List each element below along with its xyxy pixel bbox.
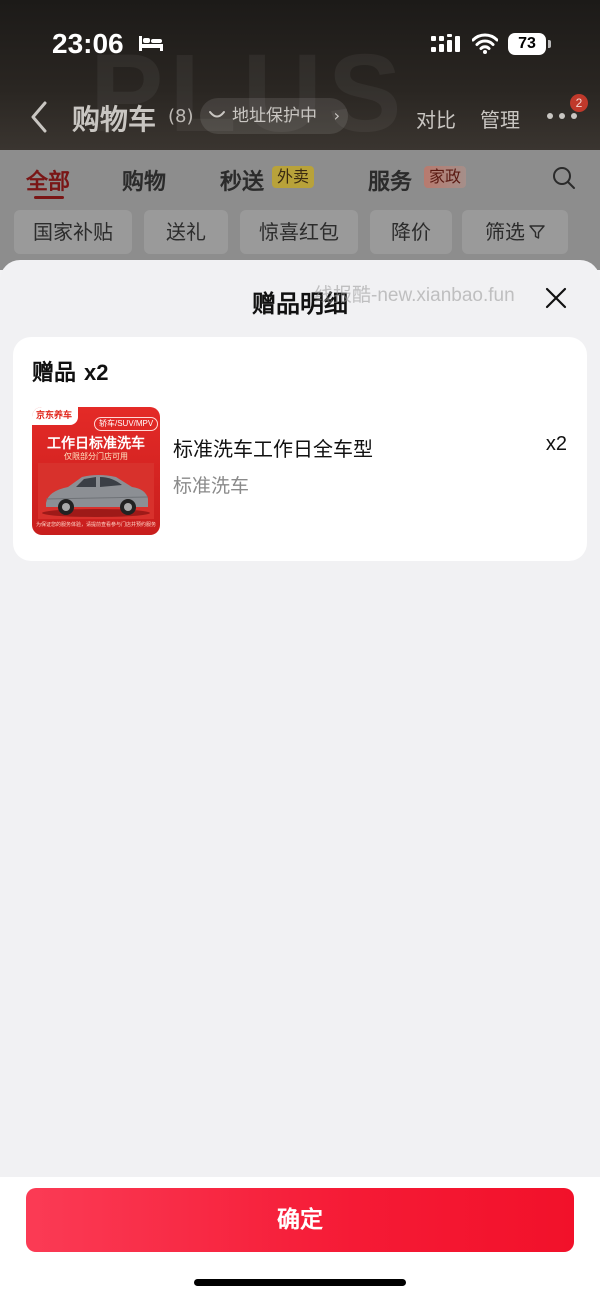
address-protection-label: 地址保护中: [232, 106, 317, 126]
confirm-button[interactable]: 确定: [26, 1188, 574, 1252]
product-thumbnail[interactable]: 京东养车 轿车/SUV/MPV 工作日标准洗车 仅限部分门店可用 为保证您的服务…: [32, 407, 160, 535]
cart-header-background: PLUS 23:06 73 购物车 (8) 地址保护中 › 对比 管理 2: [0, 0, 600, 150]
status-time: 23:06: [52, 28, 124, 59]
thumbnail-vehicle-tag: 轿车/SUV/MPV: [94, 417, 159, 431]
close-icon[interactable]: [544, 286, 568, 310]
tab-shopping[interactable]: 购物: [122, 164, 166, 196]
gift-item-category: 标准洗车: [173, 475, 250, 497]
battery-level: 73: [508, 33, 546, 55]
battery-icon: 73: [508, 33, 552, 55]
thumbnail-title: 工作日标准洗车: [47, 436, 145, 452]
gift-item-quantity: x2: [545, 433, 567, 455]
takeout-badge: 外卖: [272, 166, 315, 188]
watermark-text: 线报酷-new.xianbao.fun: [314, 285, 515, 306]
chip-filter-label: 筛选: [485, 220, 525, 244]
smile-icon: [209, 111, 225, 118]
active-tab-indicator: [34, 196, 64, 199]
cart-nav-bar: 购物车 (8) 地址保护中 › 对比 管理 2: [0, 92, 600, 142]
chip-surprise-red-packet[interactable]: 惊喜红包: [240, 210, 358, 254]
cellular-signal-icon: [431, 34, 460, 52]
cart-tabs-area: 全部 购物 秒送 外卖 服务 家政 国家补贴 送礼 惊喜红包 降价 筛选: [0, 150, 600, 270]
thumbnail-subtitle: 仅限部分门店可用: [64, 452, 128, 461]
sleep-mode-icon: [139, 36, 163, 51]
gift-details-sheet: 赠品明细 线报酷-new.xianbao.fun 赠品 x2 京东养车 轿车/SU…: [0, 260, 600, 1300]
home-indicator[interactable]: [194, 1279, 406, 1286]
cart-count: (8): [168, 106, 194, 127]
filter-icon: [529, 225, 545, 239]
tab-all[interactable]: 全部: [26, 164, 70, 196]
car-image: [38, 463, 154, 519]
chevron-right-icon: ›: [333, 106, 340, 125]
chip-filter[interactable]: 筛选: [462, 210, 568, 254]
thumbnail-footnote: 为保证您的服务体验，请提前查看参与门店并预约服务: [35, 522, 156, 528]
address-protection-pill[interactable]: 地址保护中 ›: [200, 98, 348, 134]
gift-card: 赠品 x2 京东养车 轿车/SUV/MPV 工作日标准洗车 仅限部分门店可用 为保…: [13, 337, 587, 561]
search-icon[interactable]: [552, 166, 576, 190]
housekeeping-badge: 家政: [424, 166, 467, 188]
manage-button[interactable]: 管理: [480, 104, 520, 133]
status-bar: 23:06 73: [0, 0, 600, 88]
chip-national-subsidy[interactable]: 国家补贴: [14, 210, 132, 254]
message-count-badge: 2: [570, 94, 588, 112]
more-icon[interactable]: [546, 112, 578, 120]
wifi-icon: [472, 33, 498, 54]
chip-gift[interactable]: 送礼: [144, 210, 228, 254]
page-title: 购物车: [72, 103, 157, 136]
back-icon[interactable]: [28, 100, 50, 134]
gift-header: 赠品 x2: [32, 355, 109, 387]
gift-header-count: x2: [84, 360, 109, 385]
tab-instant-delivery[interactable]: 秒送: [220, 164, 264, 196]
sheet-footer: 确定: [0, 1177, 600, 1300]
chip-price-drop[interactable]: 降价: [370, 210, 452, 254]
tab-services[interactable]: 服务: [368, 164, 412, 196]
gift-item-name[interactable]: 标准洗车工作日全车型: [173, 433, 373, 462]
thumbnail-brand: 京东养车: [32, 407, 79, 425]
compare-button[interactable]: 对比: [416, 104, 456, 133]
gift-header-label: 赠品: [32, 361, 77, 386]
